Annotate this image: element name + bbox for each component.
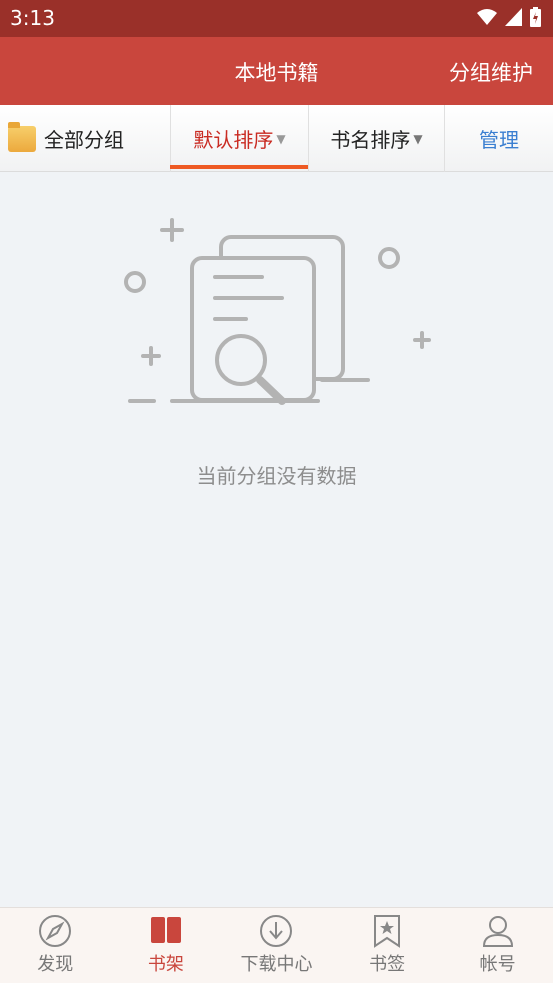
status-time: 3:13 bbox=[10, 6, 55, 30]
app-bar: 本地书籍 分组维护 bbox=[0, 37, 553, 105]
active-tab-indicator bbox=[170, 165, 308, 169]
empty-state-message: 当前分组没有数据 bbox=[196, 464, 357, 488]
group-maintenance-button[interactable]: 分组维护 bbox=[449, 57, 533, 87]
empty-state-illustration bbox=[124, 218, 431, 405]
nav-bookshelf-label: 书架 bbox=[147, 954, 184, 975]
caret-down-icon: ▼ bbox=[276, 131, 286, 146]
manage-button[interactable]: 管理 bbox=[444, 105, 553, 172]
status-bar: 3:13 bbox=[0, 0, 553, 37]
battery-icon bbox=[530, 7, 541, 27]
signal-icon bbox=[505, 8, 522, 26]
book-icon bbox=[150, 917, 181, 943]
user-icon bbox=[482, 916, 513, 947]
nav-discover-label: 发现 bbox=[37, 954, 74, 975]
folder-icon bbox=[8, 121, 36, 152]
sort-default-label: 默认排序 bbox=[193, 128, 274, 152]
filter-toolbar: 全部分组 默认排序 ▼ 书名排序 ▼ 管理 bbox=[0, 105, 553, 172]
nav-bookmarks[interactable]: 书签 bbox=[332, 908, 443, 983]
manage-label: 管理 bbox=[479, 128, 519, 152]
status-icons bbox=[477, 7, 541, 27]
nav-account-label: 帐号 bbox=[479, 954, 516, 975]
sort-name-label: 书名排序 bbox=[330, 128, 411, 152]
group-selector[interactable]: 全部分组 bbox=[0, 105, 170, 172]
caret-down-icon: ▼ bbox=[413, 131, 423, 146]
nav-bookmarks-label: 书签 bbox=[369, 954, 406, 975]
sort-name-tab[interactable]: 书名排序 ▼ bbox=[308, 105, 444, 172]
nav-download-label: 下载中心 bbox=[240, 954, 313, 975]
compass-icon bbox=[39, 915, 72, 947]
nav-account[interactable]: 帐号 bbox=[442, 908, 553, 983]
sort-default-tab[interactable]: 默认排序 ▼ bbox=[170, 105, 308, 172]
nav-bookshelf[interactable]: 书架 bbox=[111, 908, 222, 983]
bookmark-icon bbox=[374, 915, 401, 948]
wifi-icon bbox=[477, 9, 497, 25]
nav-discover[interactable]: 发现 bbox=[0, 908, 111, 983]
group-label: 全部分组 bbox=[44, 128, 124, 152]
download-icon bbox=[260, 915, 293, 947]
nav-download-center[interactable]: 下载中心 bbox=[221, 908, 332, 983]
bottom-navigation: 发现 书架 下载中心 书签 帐号 bbox=[0, 907, 553, 983]
